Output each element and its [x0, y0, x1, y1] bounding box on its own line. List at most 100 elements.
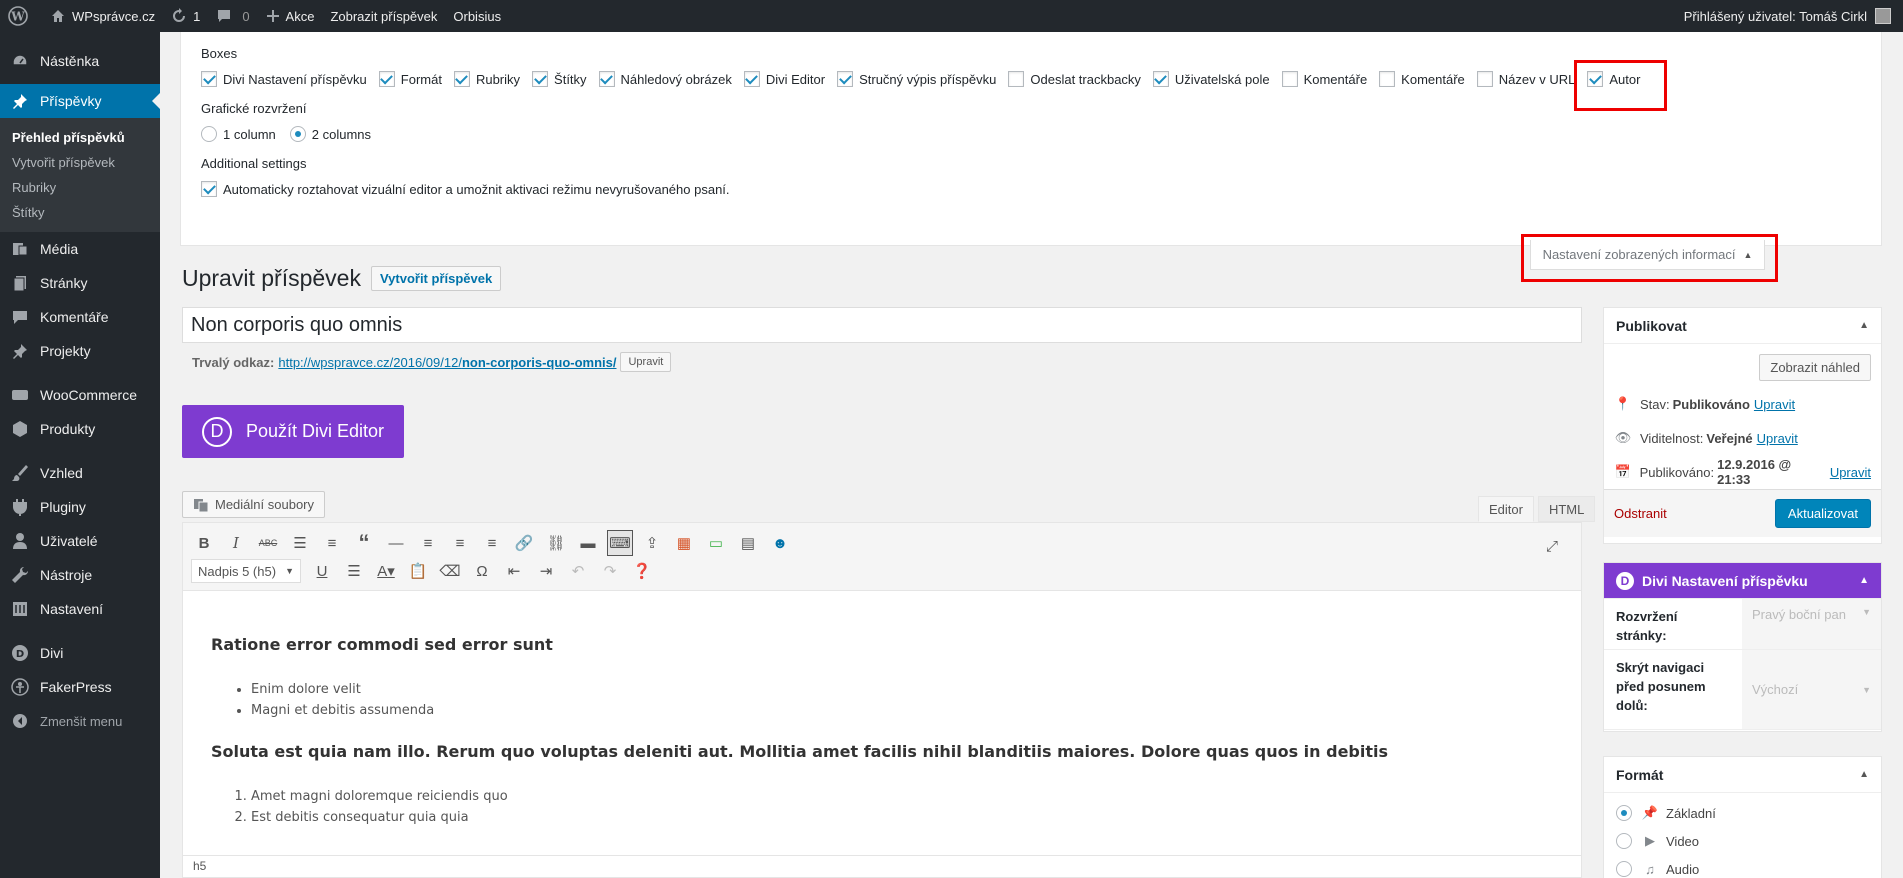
my-account[interactable]: Přihlášený uživatel: Tomáš Cirkl [1684, 8, 1903, 24]
permalink-link[interactable]: http://wpspravce.cz/2016/09/12/non-corpo… [278, 355, 616, 370]
align-center-icon[interactable]: ≡ [447, 530, 473, 556]
indent-icon[interactable]: ⇥ [533, 558, 559, 584]
paste-text-icon[interactable]: 📋 [405, 558, 431, 584]
blockquote-icon[interactable]: “ [351, 530, 377, 556]
sidebar-item-settings[interactable]: Nastavení [0, 592, 160, 626]
sidebar-item-appearance[interactable]: Vzhled [0, 456, 160, 490]
shortcode-blocks-icon[interactable]: ▦ [671, 530, 697, 556]
horizontal-line-icon[interactable]: — [383, 530, 409, 556]
special-character-icon[interactable]: Ω [469, 558, 495, 584]
format-option-audio[interactable]: ♫ Audio [1604, 855, 1881, 878]
sidebar-collapse-button[interactable]: Zmenšit menu [0, 704, 160, 738]
link-icon[interactable]: 🔗 [511, 530, 537, 556]
caret-up-icon[interactable]: ▲ [1859, 769, 1869, 780]
clear-formatting-icon[interactable]: ⌫ [437, 558, 463, 584]
publish-box-header[interactable]: Publikovat ▲ [1604, 308, 1881, 344]
site-name-link[interactable]: WPsprávce.cz [42, 0, 163, 32]
caret-up-icon[interactable]: ▲ [1859, 575, 1869, 586]
sidebar-item-media[interactable]: Média [0, 232, 160, 266]
sidebar-item-fakerpress[interactable]: FakerPress [0, 670, 160, 704]
fullscreen-icon[interactable]: ⤢ [1539, 533, 1565, 559]
radio-2-columns[interactable]: 2 columns [289, 126, 371, 142]
format-select[interactable]: Nadpis 5 (h5) ▼ [191, 559, 301, 583]
redo-icon[interactable]: ↷ [597, 558, 623, 584]
sidebar-item-comments[interactable]: Komentáře [0, 300, 160, 334]
italic-icon[interactable]: I [223, 530, 249, 556]
format-box-header[interactable]: Formát ▲ [1604, 757, 1881, 793]
outdent-icon[interactable]: ⇤ [501, 558, 527, 584]
preview-button[interactable]: Zobrazit náhled [1759, 354, 1871, 381]
button-shortcode-icon[interactable]: ▭ [703, 530, 729, 556]
edit-status-link[interactable]: Upravit [1754, 397, 1795, 412]
checkbox-divi-editor[interactable]: Divi Editor [743, 71, 825, 87]
submenu-categories[interactable]: Rubriky [0, 175, 160, 200]
checkbox-comments[interactable]: Komentáře [1379, 71, 1465, 87]
radio-1-column[interactable]: 1 column [201, 126, 276, 142]
checkbox-categories[interactable]: Rubriky [453, 71, 520, 87]
checkbox-featured-image[interactable]: Náhledový obrázek [598, 71, 732, 87]
bullet-list-icon[interactable]: ☰ [287, 530, 313, 556]
checkbox-trackbacks[interactable]: Odeslat trackbacky [1008, 71, 1141, 87]
divi-nav-select[interactable]: Výchozí ▼ [1742, 650, 1881, 729]
unlink-icon[interactable]: ⛓ [543, 530, 569, 556]
caret-up-icon[interactable]: ▲ [1859, 320, 1869, 331]
orbisius-link[interactable]: Orbisius [445, 0, 509, 32]
bold-icon[interactable]: B [191, 530, 217, 556]
sidebar-item-pages[interactable]: Stránky [0, 266, 160, 300]
comments-link[interactable]: 0 [208, 0, 257, 32]
edit-date-link[interactable]: Upravit [1830, 465, 1871, 480]
align-right-icon[interactable]: ≡ [479, 530, 505, 556]
delete-link[interactable]: Odstranit [1614, 506, 1667, 521]
wordpress-logo-icon[interactable]: W [0, 0, 42, 32]
read-more-icon[interactable]: ▬ [575, 530, 601, 556]
checkbox-divi-settings[interactable]: Divi Nastavení příspěvku [201, 71, 367, 87]
edit-visibility-link[interactable]: Upravit [1757, 431, 1798, 446]
sidebar-item-woocommerce[interactable]: WooCommerce [0, 378, 160, 412]
use-divi-builder-button[interactable]: D Použít Divi Editor [182, 405, 404, 458]
submenu-add-post[interactable]: Vytvořit příspěvek [0, 150, 160, 175]
table-icon[interactable]: ▤ [735, 530, 761, 556]
add-media-button[interactable]: Mediální soubory [182, 491, 325, 518]
editor-content[interactable]: Ratione error commodi sed error sunt Eni… [183, 591, 1581, 851]
justify-icon[interactable]: ☰ [341, 558, 367, 584]
checkbox-editor-expand[interactable]: Automaticky roztahovat vizuální editor a… [201, 181, 730, 197]
underline-icon[interactable]: U [309, 558, 335, 584]
toolbar-toggle-icon[interactable]: ⌨ [607, 530, 633, 556]
divi-settings-header[interactable]: D Divi Nastavení příspěvku ▲ [1604, 563, 1881, 599]
sidebar-item-plugins[interactable]: Pluginy [0, 490, 160, 524]
add-new-post-button[interactable]: Vytvořit příspěvek [370, 266, 502, 291]
tab-visual-editor[interactable]: Editor [1478, 496, 1534, 522]
numbered-list-icon[interactable]: ≡ [319, 530, 345, 556]
text-color-icon[interactable]: A▾ [373, 558, 399, 584]
checkbox-tags[interactable]: Štítky [532, 71, 587, 87]
user-shortcode-icon[interactable]: ☻ [767, 530, 793, 556]
sidebar-item-posts[interactable]: Příspěvky [0, 84, 160, 118]
sidebar-item-users[interactable]: Uživatelé [0, 524, 160, 558]
sidebar-item-projects[interactable]: Projekty [0, 334, 160, 368]
checkbox-slug[interactable]: Název v URL [1476, 71, 1575, 87]
submenu-all-posts[interactable]: Přehled příspěvků [0, 125, 160, 150]
format-option-video[interactable]: ▶ Video [1604, 827, 1881, 855]
checkbox-excerpt[interactable]: Stručný výpis příspěvku [837, 71, 996, 87]
edit-slug-button[interactable]: Upravit [620, 352, 672, 372]
align-left-icon[interactable]: ≡ [415, 530, 441, 556]
sidebar-item-divi[interactable]: D Divi [0, 636, 160, 670]
update-button[interactable]: Aktualizovat [1774, 499, 1871, 528]
strikethrough-icon[interactable]: ABC [255, 530, 281, 556]
undo-icon[interactable]: ↶ [565, 558, 591, 584]
view-post-link[interactable]: Zobrazit příspěvek [322, 0, 445, 32]
new-content-link[interactable]: Akce [258, 0, 323, 32]
sidebar-item-dashboard[interactable]: Nástěnka [0, 44, 160, 78]
sidebar-item-products[interactable]: Produkty [0, 412, 160, 446]
help-icon[interactable]: ❓ [629, 558, 655, 584]
sidebar-item-tools[interactable]: Nástroje [0, 558, 160, 592]
upload-icon[interactable]: ⇪ [639, 530, 665, 556]
submenu-tags[interactable]: Štítky [0, 200, 160, 225]
post-title-input[interactable]: Non corporis quo omnis [182, 307, 1582, 343]
format-option-standard[interactable]: 📌 Základní [1604, 799, 1881, 827]
checkbox-discussion[interactable]: Komentáře [1281, 71, 1367, 87]
tab-html[interactable]: HTML [1537, 496, 1596, 522]
checkbox-format[interactable]: Formát [378, 71, 442, 87]
checkbox-custom-fields[interactable]: Uživatelská pole [1152, 71, 1270, 87]
divi-layout-select[interactable]: Pravý boční pan ▼ [1742, 599, 1881, 649]
